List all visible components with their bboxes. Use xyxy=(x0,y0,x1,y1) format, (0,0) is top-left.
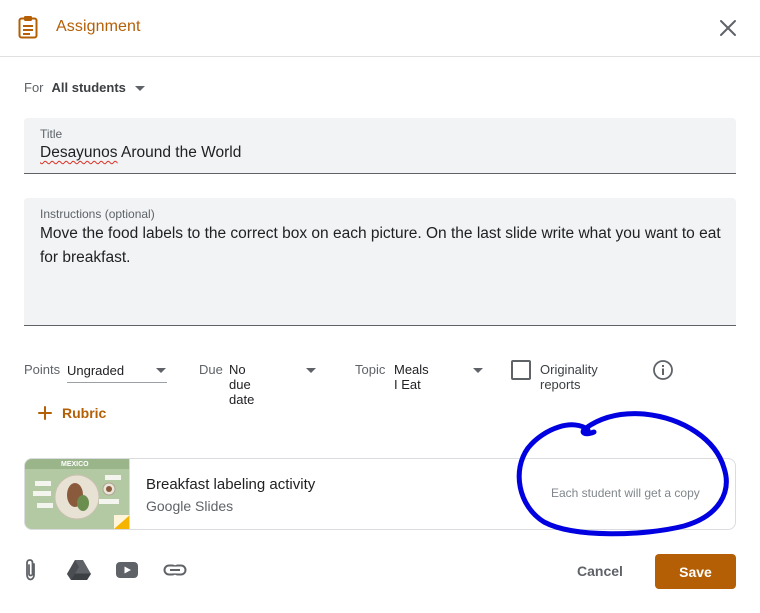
thumbnail-text: MEXICO xyxy=(61,461,89,468)
originality-reports-checkbox[interactable] xyxy=(511,360,531,380)
title-field-value: Desayunos Around the World xyxy=(40,144,241,162)
points-chevron-down-icon[interactable] xyxy=(156,368,166,373)
assign-to-row: For All students xyxy=(24,80,145,95)
slides-thumbnail: MEXICO xyxy=(25,459,130,529)
paperclip-icon[interactable] xyxy=(18,557,44,583)
due-label: Due xyxy=(199,362,223,377)
dialog-header: Assignment xyxy=(0,0,760,57)
instructions-field-value: Move the food labels to the correct box … xyxy=(40,225,721,266)
dialog-title: Assignment xyxy=(56,18,141,35)
google-drive-icon[interactable] xyxy=(66,557,92,583)
points-dropdown[interactable]: Ungraded xyxy=(67,363,124,378)
points-underline xyxy=(67,382,167,383)
topic-chevron-down-icon[interactable] xyxy=(473,368,483,373)
due-chevron-down-icon[interactable] xyxy=(306,368,316,373)
attachment-title: Breakfast labeling activity xyxy=(146,476,316,493)
info-icon[interactable] xyxy=(652,359,674,381)
rubric-label: Rubric xyxy=(62,405,107,421)
cancel-button[interactable]: Cancel xyxy=(566,557,634,585)
attachment-type: Google Slides xyxy=(146,498,234,514)
topic-dropdown[interactable]: Meals I Eat xyxy=(394,362,429,392)
chevron-down-icon xyxy=(134,86,145,91)
title-field-label: Title xyxy=(40,127,63,141)
youtube-icon[interactable] xyxy=(114,557,140,583)
assignment-clipboard-icon xyxy=(17,15,39,39)
instructions-field-label: Instructions (optional) xyxy=(40,207,155,221)
attachment-card[interactable]: MEXICO Breakfast labeling activity Googl… xyxy=(24,458,736,530)
misspelled-word: Desayunos xyxy=(40,144,118,161)
originality-reports-label: Originality reports xyxy=(540,362,598,392)
assign-to-value: All students xyxy=(51,80,126,95)
topic-label: Topic xyxy=(355,362,386,377)
link-icon[interactable] xyxy=(162,557,188,583)
save-button[interactable]: Save xyxy=(655,554,736,589)
plus-icon xyxy=(36,404,54,422)
assign-to-dropdown[interactable]: All students xyxy=(52,80,145,95)
title-field[interactable]: Title Desayunos Around the World xyxy=(24,118,736,174)
points-label: Points xyxy=(24,362,61,377)
assign-to-label: For xyxy=(24,80,44,95)
due-dropdown[interactable]: No due date xyxy=(229,362,254,407)
close-icon[interactable] xyxy=(714,14,742,42)
instructions-field[interactable]: Instructions (optional) Move the food la… xyxy=(24,198,736,326)
add-rubric-button[interactable]: Rubric xyxy=(36,404,106,422)
attachment-copy-option[interactable]: Each student will get a copy xyxy=(551,486,700,500)
title-field-rest: Around the World xyxy=(117,144,242,161)
